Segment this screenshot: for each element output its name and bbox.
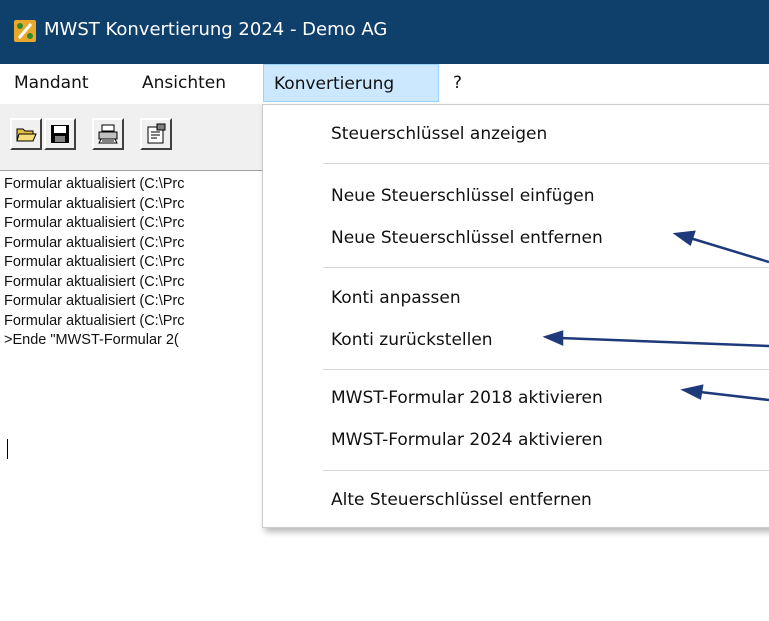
text-caret	[7, 439, 8, 459]
menu-separator	[323, 163, 769, 164]
menu-separator	[323, 369, 769, 370]
window-title: MWST Konvertierung 2024 - Demo AG	[44, 19, 388, 40]
log-line: Formular aktualisiert (C:\Prc	[4, 273, 185, 290]
menu-separator	[323, 470, 769, 471]
menu-item-konti-zurueckstellen[interactable]: Konti zurückstellen	[331, 329, 493, 351]
log-line: >Ende "MWST-Formular 2(	[4, 332, 179, 348]
menu-help[interactable]: ?	[445, 64, 470, 102]
log-line: Formular aktualisiert (C:\Prc	[4, 293, 185, 309]
menu-item-konti-anpassen[interactable]: Konti anpassen	[331, 287, 461, 309]
menu-item-steuerschluessel-anzeigen[interactable]: Steuerschlüssel anzeigen	[331, 123, 547, 145]
log-line: Formular aktualisiert (C:\Prc	[4, 195, 185, 212]
menu-ansichten[interactable]: Ansichten	[134, 64, 234, 102]
save-button[interactable]	[44, 118, 76, 150]
menu-item-alte-steuerschluessel-entfernen[interactable]: Alte Steuerschlüssel entfernen	[331, 489, 592, 511]
menu-bar: Mandant Ansichten Konvertierung ?	[0, 64, 769, 105]
log-line: Formular aktualisiert (C:\Prc	[4, 176, 185, 192]
menu-item-mwst-formular-2018-aktivieren[interactable]: MWST-Formular 2018 aktivieren	[331, 387, 603, 409]
print-button[interactable]	[92, 118, 124, 150]
log-line: Formular aktualisiert (C:\Prc	[4, 215, 185, 231]
save-disk-icon	[51, 125, 69, 143]
menu-separator	[323, 267, 769, 268]
log-line: Formular aktualisiert (C:\Prc	[4, 254, 185, 270]
open-button[interactable]	[10, 118, 42, 150]
log-line: Formular aktualisiert (C:\Prc	[4, 234, 185, 251]
menu-konvertierung[interactable]: Konvertierung	[263, 64, 439, 102]
menu-mandant[interactable]: Mandant	[6, 64, 97, 102]
app-percent-icon	[14, 20, 36, 42]
title-bar: MWST Konvertierung 2024 - Demo AG	[0, 0, 769, 64]
menu-item-neue-steuerschluessel-entfernen[interactable]: Neue Steuerschlüssel entfernen	[331, 227, 603, 249]
konvertierung-dropdown: Steuerschlüssel anzeigen Neue Steuerschl…	[262, 104, 769, 528]
printer-icon	[98, 124, 118, 144]
log-line: Formular aktualisiert (C:\Prc	[4, 312, 185, 329]
properties-button[interactable]	[140, 118, 172, 150]
menu-item-neue-steuerschluessel-einfuegen[interactable]: Neue Steuerschlüssel einfügen	[331, 185, 594, 207]
open-folder-icon	[16, 128, 37, 142]
properties-icon	[147, 123, 166, 144]
log-lines: Formular aktualisiert (C:\Prc Formular a…	[4, 175, 184, 351]
menu-item-mwst-formular-2024-aktivieren[interactable]: MWST-Formular 2024 aktivieren	[331, 429, 603, 451]
